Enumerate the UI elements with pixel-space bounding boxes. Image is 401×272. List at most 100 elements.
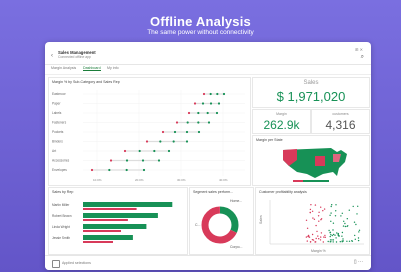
scatter-point [341, 231, 344, 234]
profitability-xlabel: Margin % [311, 249, 326, 253]
margin-dot [207, 121, 211, 124]
scatter-point [313, 218, 316, 220]
margin-dot [202, 92, 206, 96]
scatter-point [309, 208, 312, 211]
selections-icon[interactable] [52, 260, 60, 268]
scatter-point [346, 225, 348, 228]
scatter-point [354, 238, 356, 240]
app-subtitle: Connected offline app [58, 55, 91, 59]
scatter-point [329, 241, 331, 243]
scatter-point [323, 208, 326, 210]
scatter-point [332, 241, 334, 243]
map-card[interactable]: Margin per State [252, 135, 370, 186]
hero-title: Offline Analysis [150, 14, 251, 29]
tab-my-info[interactable]: My info [107, 66, 119, 70]
segment-legend-bottom: Corpo... [230, 245, 242, 249]
search-icon[interactable]: ⌕ [361, 54, 364, 61]
scatter-point [346, 240, 348, 242]
margin-chart: Eastmoor Paper Labels Fasteners Pockets Binde… [52, 90, 245, 182]
margin-x-tick: 10.0% [93, 178, 102, 182]
scatter-point [335, 210, 337, 212]
scatter-point [341, 235, 343, 237]
profitability-card[interactable]: Customer profitability analysis Sales Ma… [255, 187, 370, 255]
scatter-point [306, 240, 308, 242]
sales-kpi-card[interactable]: Sales $ 1,971,020 [252, 77, 370, 108]
scatter-point [358, 229, 361, 231]
scatter-point [331, 234, 333, 237]
scatter-point [309, 241, 312, 243]
scatter-point [353, 221, 356, 223]
scatter-point [317, 235, 319, 237]
scatter-point [332, 229, 334, 231]
scatter-point [341, 212, 343, 214]
customers-kpi-card[interactable]: customers 4,316 [311, 109, 370, 134]
scatter-point [330, 212, 332, 214]
scatter-point [328, 229, 330, 232]
home-indicator [163, 266, 239, 268]
scatter-point [337, 232, 339, 235]
scatter-point [342, 225, 345, 227]
margin-dot [209, 102, 213, 105]
window-controls-icon[interactable]: ⊞ ✕ [355, 47, 363, 52]
map-red-region-2 [315, 156, 325, 166]
tab-dashboard[interactable]: Dashboard [83, 66, 101, 71]
app-header: ‹ Sales Management Connected offline app… [45, 42, 371, 65]
scatter-point [307, 235, 309, 237]
scatter-point [318, 238, 320, 240]
rep-target-bar [83, 219, 128, 221]
margin-kpi-value: 262.9k [263, 118, 300, 132]
scatter-point [327, 240, 329, 243]
rep-name-label: Jessie Smith [52, 236, 70, 240]
margin-category-label: Art [52, 149, 56, 153]
margin-dot [90, 168, 94, 172]
rep-name-label: Linda Wright [52, 225, 70, 229]
scatter-point [344, 222, 346, 225]
scatter-point [329, 232, 331, 234]
customers-kpi-value: 4,316 [325, 118, 356, 132]
margin-dot [109, 159, 113, 162]
scatter-point [306, 227, 309, 229]
scatter-point [324, 236, 326, 238]
margin-dot [175, 121, 179, 124]
margin-kpi-label: Margin [276, 112, 287, 116]
scatter-point [311, 210, 314, 212]
margin-chart-card[interactable]: Margin % by Sub-Category and Sales Rep E… [48, 77, 251, 186]
margin-dot [108, 168, 111, 172]
scatter-point [314, 241, 316, 243]
scatter-point [339, 241, 341, 243]
profitability-scatter: Sales Margin % [259, 200, 364, 253]
back-arrow-icon[interactable]: ‹ [51, 53, 53, 59]
sales-by-rep-card[interactable]: Sales by Rep Martin Miller Robert Brown Li… [48, 187, 188, 255]
margin-category-label: Eastmoor [52, 92, 67, 96]
scatter-point [322, 241, 324, 243]
margin-dot [185, 140, 189, 143]
scatter-point [310, 204, 312, 206]
us-map [283, 148, 347, 182]
bookmark-more-icon[interactable]: ▯ ··· [354, 259, 363, 265]
scatter-point [335, 204, 337, 206]
scatter-point [320, 232, 323, 234]
margin-dot [161, 130, 165, 134]
margin-dot [173, 130, 177, 134]
tab-margin-analysis[interactable]: Margin Analysis [51, 66, 76, 70]
segment-card[interactable]: Segment sales perform... Home... Corpo..… [189, 187, 254, 255]
rep-name-label: Martin Miller [52, 203, 70, 207]
margin-dot [141, 159, 145, 162]
scatter-point [323, 236, 325, 238]
scatter-point [329, 239, 332, 241]
segment-legend-top: Home... [230, 199, 242, 203]
tablet-screen: ‹ Sales Management Connected offline app… [45, 42, 371, 270]
profitability-ylabel: Sales [259, 215, 263, 224]
margin-dot [172, 140, 175, 143]
rep-sales-bar [83, 202, 173, 207]
footer-label[interactable]: Applied selections [62, 261, 91, 265]
margin-dot [197, 121, 200, 124]
scatter-point [344, 225, 347, 228]
scatter-point [358, 231, 360, 233]
scatter-point [320, 219, 322, 221]
rep-name-label: Robert Brown [52, 214, 72, 218]
hero-subtitle: The same power without connectivity [147, 29, 254, 36]
margin-dot [216, 92, 219, 96]
scatter-point [316, 230, 318, 233]
margin-kpi-card[interactable]: Margin 262.9k [252, 109, 311, 134]
